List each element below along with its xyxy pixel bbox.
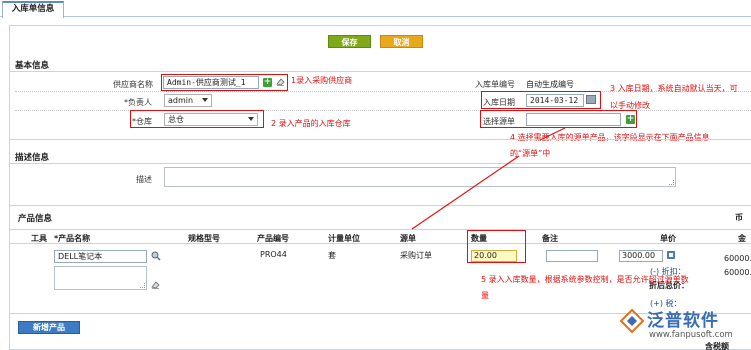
manager-value: admin <box>168 96 194 105</box>
order-no-label: 入库单编号 <box>475 80 515 89</box>
note-1: 1录入采购供应商 <box>291 76 353 85</box>
logo-url: www.fanpusoft.com <box>649 330 733 340</box>
supplier-label: 供应商名称 <box>113 80 153 89</box>
order-no-value: 自动生成编号 <box>526 80 574 89</box>
price-field[interactable]: 3000.00 <box>619 250 663 262</box>
brand-logo: 泛普软件 www.fanpusoft.com <box>615 306 751 350</box>
logo-icon <box>619 308 645 334</box>
divider <box>10 71 751 72</box>
highlight-source <box>480 110 637 128</box>
highlight-warehouse <box>130 110 264 128</box>
basic-info-title: 基本信息 <box>15 61 50 71</box>
note-4a: 4 选择需要入库的源单产品，该字段显示在下面产品信息 <box>510 133 710 142</box>
eraser-icon[interactable] <box>151 281 160 289</box>
cancel-button[interactable]: 取消 <box>380 35 423 48</box>
note-2: 2 录入产品的入库仓库 <box>271 119 351 128</box>
products-title: 产品信息 <box>18 214 53 224</box>
divider <box>10 229 751 230</box>
row-divider <box>15 110 751 111</box>
divider <box>10 163 751 164</box>
divider <box>10 243 751 244</box>
highlight-supplier <box>161 74 288 91</box>
tab-bar: 入库单信息 <box>0 0 751 18</box>
desc-label: 描述 <box>136 175 152 184</box>
save-button[interactable]: 保存 <box>328 35 371 48</box>
price-history-icon[interactable] <box>666 250 676 260</box>
desc-textarea[interactable] <box>164 167 676 187</box>
product-unit: 套 <box>328 251 336 260</box>
note-5a: 5 录入入库数量，根据系统参数控制，是否允许超过源单数 <box>481 275 689 284</box>
highlight-date <box>481 91 601 109</box>
product-desc-textarea[interactable] <box>54 266 147 290</box>
form-frame <box>9 25 751 350</box>
chevron-down-icon <box>202 98 208 102</box>
note-5b: 量 <box>481 291 489 300</box>
remark-field[interactable] <box>546 250 598 262</box>
manager-label: *负责人 <box>124 98 152 107</box>
logo-name: 泛普软件 <box>647 311 719 331</box>
resize-grip[interactable] <box>140 283 145 288</box>
desc-title: 描述信息 <box>15 153 50 163</box>
manager-select[interactable]: admin <box>164 94 212 107</box>
product-search-icon[interactable] <box>151 251 161 261</box>
tab-stock-in-info[interactable]: 入库单信息 <box>2 1 64 18</box>
product-name-field[interactable]: DELL笔记本 <box>54 250 147 263</box>
divider <box>10 205 751 206</box>
divider <box>10 139 751 140</box>
highlight-quantity <box>467 230 526 263</box>
note-3a: 3 入库日期，系统自动默认当天，可 <box>610 84 738 93</box>
currency-label: 币 <box>735 213 743 222</box>
resize-grip[interactable] <box>669 180 674 185</box>
product-source: 采购订单 <box>400 251 432 260</box>
add-product-button[interactable]: 新增产品 <box>18 321 80 334</box>
product-code: PRO44 <box>260 250 287 259</box>
amount-1: 60000. <box>724 254 751 263</box>
amount-2: 60000. <box>724 268 751 277</box>
note-4b: 的“源单”中 <box>510 149 551 158</box>
